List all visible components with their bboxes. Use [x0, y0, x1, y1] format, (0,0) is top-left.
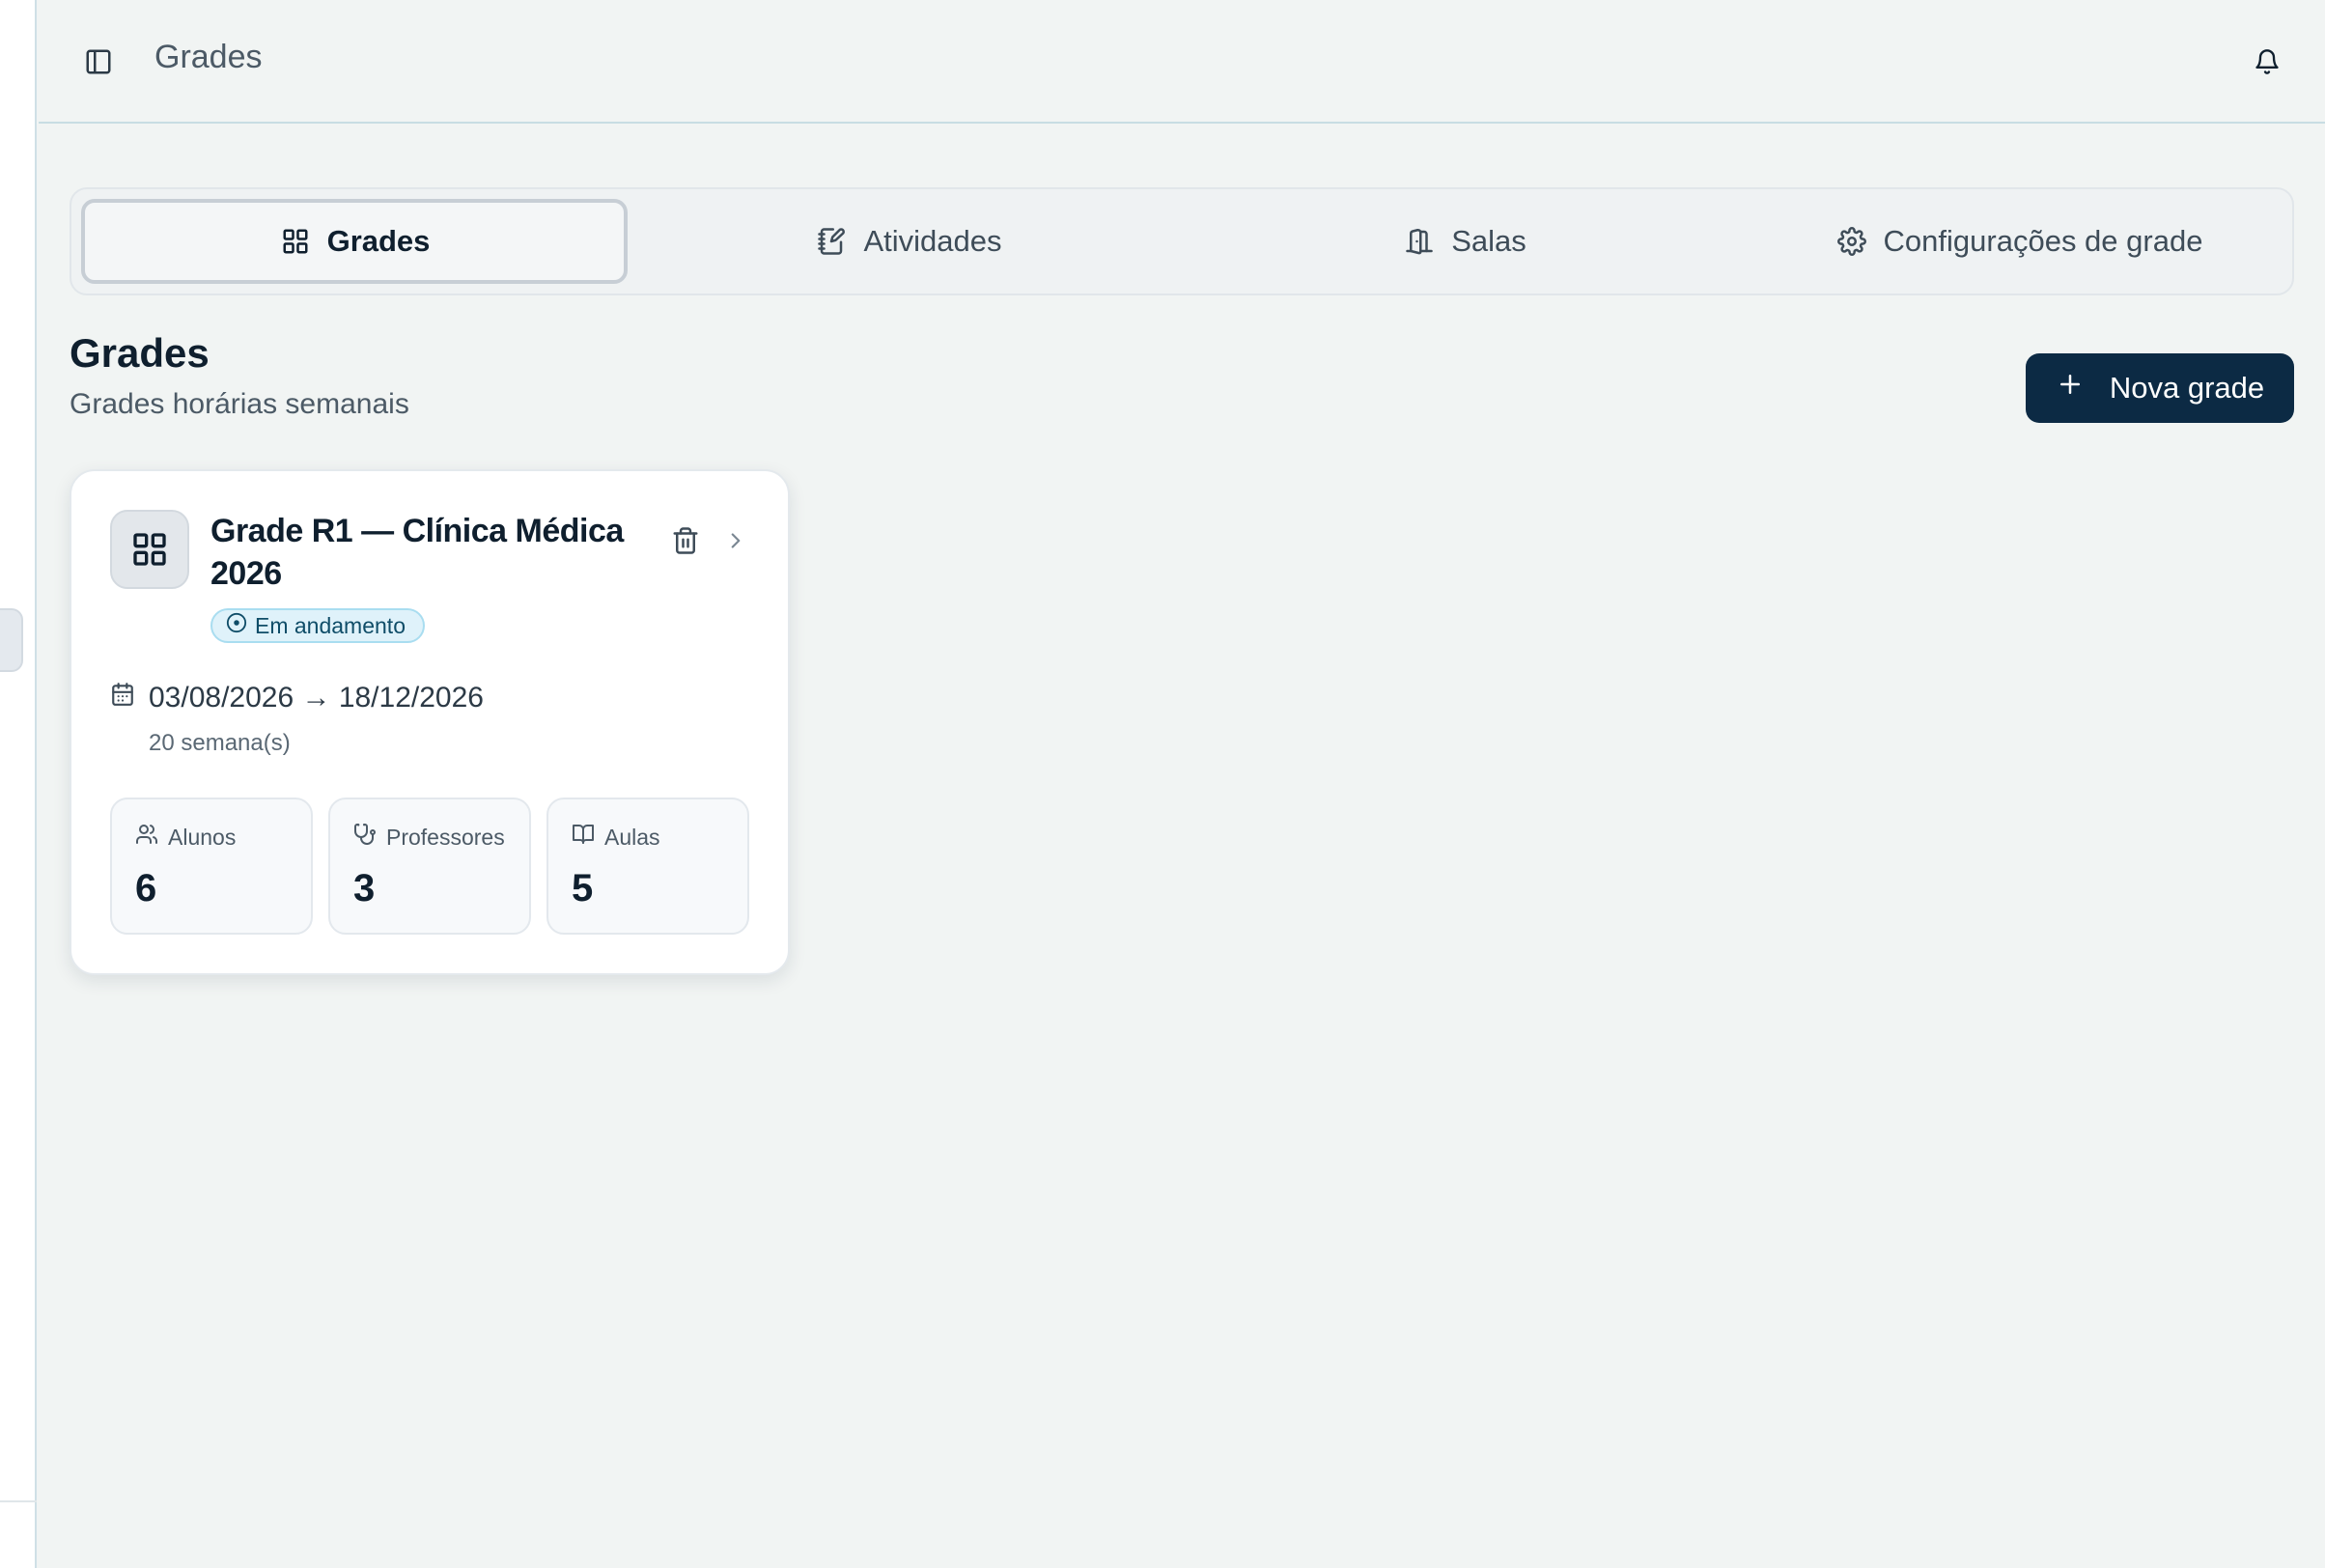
tab-grades[interactable]: Grades: [81, 199, 628, 284]
plus-icon: [2056, 370, 2085, 406]
sidebar-toggle-icon[interactable]: [79, 42, 118, 81]
date-range: 03/08/2026 → 18/12/2026: [110, 682, 484, 714]
door-icon: [1403, 225, 1436, 258]
tab-label: Configurações de grade: [1883, 224, 2203, 258]
date-range-text: 03/08/2026 → 18/12/2026: [149, 682, 484, 714]
calendar-icon: [110, 682, 135, 714]
stat-value: 6: [135, 867, 157, 910]
status-circle-icon: [226, 612, 247, 639]
users-icon: [135, 823, 158, 852]
page-subtitle: Grades horárias semanais: [70, 388, 409, 420]
sidebar-expand-handle[interactable]: [0, 608, 23, 672]
book-icon: [572, 823, 595, 852]
trash-icon[interactable]: [666, 521, 705, 560]
stat-label: Professores: [353, 823, 505, 852]
grid-icon: [110, 510, 189, 589]
sidebar-divider: [0, 1500, 37, 1502]
new-grade-label: Nova grade: [2109, 371, 2265, 405]
left-sidebar-rail: [0, 0, 37, 1568]
stat-label: Aulas: [572, 823, 660, 852]
stat-label: Alunos: [135, 823, 236, 852]
tab-salas[interactable]: Salas: [1191, 199, 1738, 284]
status-label: Em andamento: [255, 612, 406, 638]
tab-configuracoes[interactable]: Configurações de grade: [1746, 199, 2292, 284]
stat-value: 3: [353, 867, 376, 910]
stethoscope-icon: [353, 823, 377, 852]
top-bar: Grades: [39, 0, 2325, 124]
section-tabs: Grades Atividades Salas Configurações de…: [70, 187, 2294, 295]
tab-atividades[interactable]: Atividades: [635, 199, 1182, 284]
chevron-right-icon[interactable]: [716, 521, 755, 560]
tab-label: Grades: [326, 224, 431, 258]
stat-aulas: Aulas 5: [546, 798, 749, 935]
notifications-bell-icon[interactable]: [2248, 42, 2286, 81]
stat-label-text: Alunos: [168, 824, 237, 850]
edit-note-icon: [815, 225, 848, 258]
tab-label: Atividades: [863, 224, 1002, 258]
weeks-count: 20 semana(s): [149, 730, 291, 756]
grade-title: Grade R1 — Clínica Médica 2026: [210, 513, 624, 592]
stat-value: 5: [572, 867, 594, 910]
tab-label: Salas: [1451, 224, 1527, 258]
grade-card[interactable]: Grade R1 — Clínica Médica 2026 Em andame…: [70, 469, 790, 975]
status-badge: Em andamento: [210, 608, 425, 643]
page-title: Grades: [70, 330, 210, 376]
grid-icon: [279, 225, 312, 258]
stat-alunos: Alunos 6: [110, 798, 313, 935]
stat-professores: Professores 3: [328, 798, 531, 935]
page-breadcrumb-title: Grades: [154, 39, 263, 75]
gear-icon: [1835, 225, 1868, 258]
new-grade-button[interactable]: Nova grade: [2026, 353, 2294, 423]
stat-label-text: Professores: [386, 824, 505, 850]
stat-label-text: Aulas: [604, 824, 660, 850]
